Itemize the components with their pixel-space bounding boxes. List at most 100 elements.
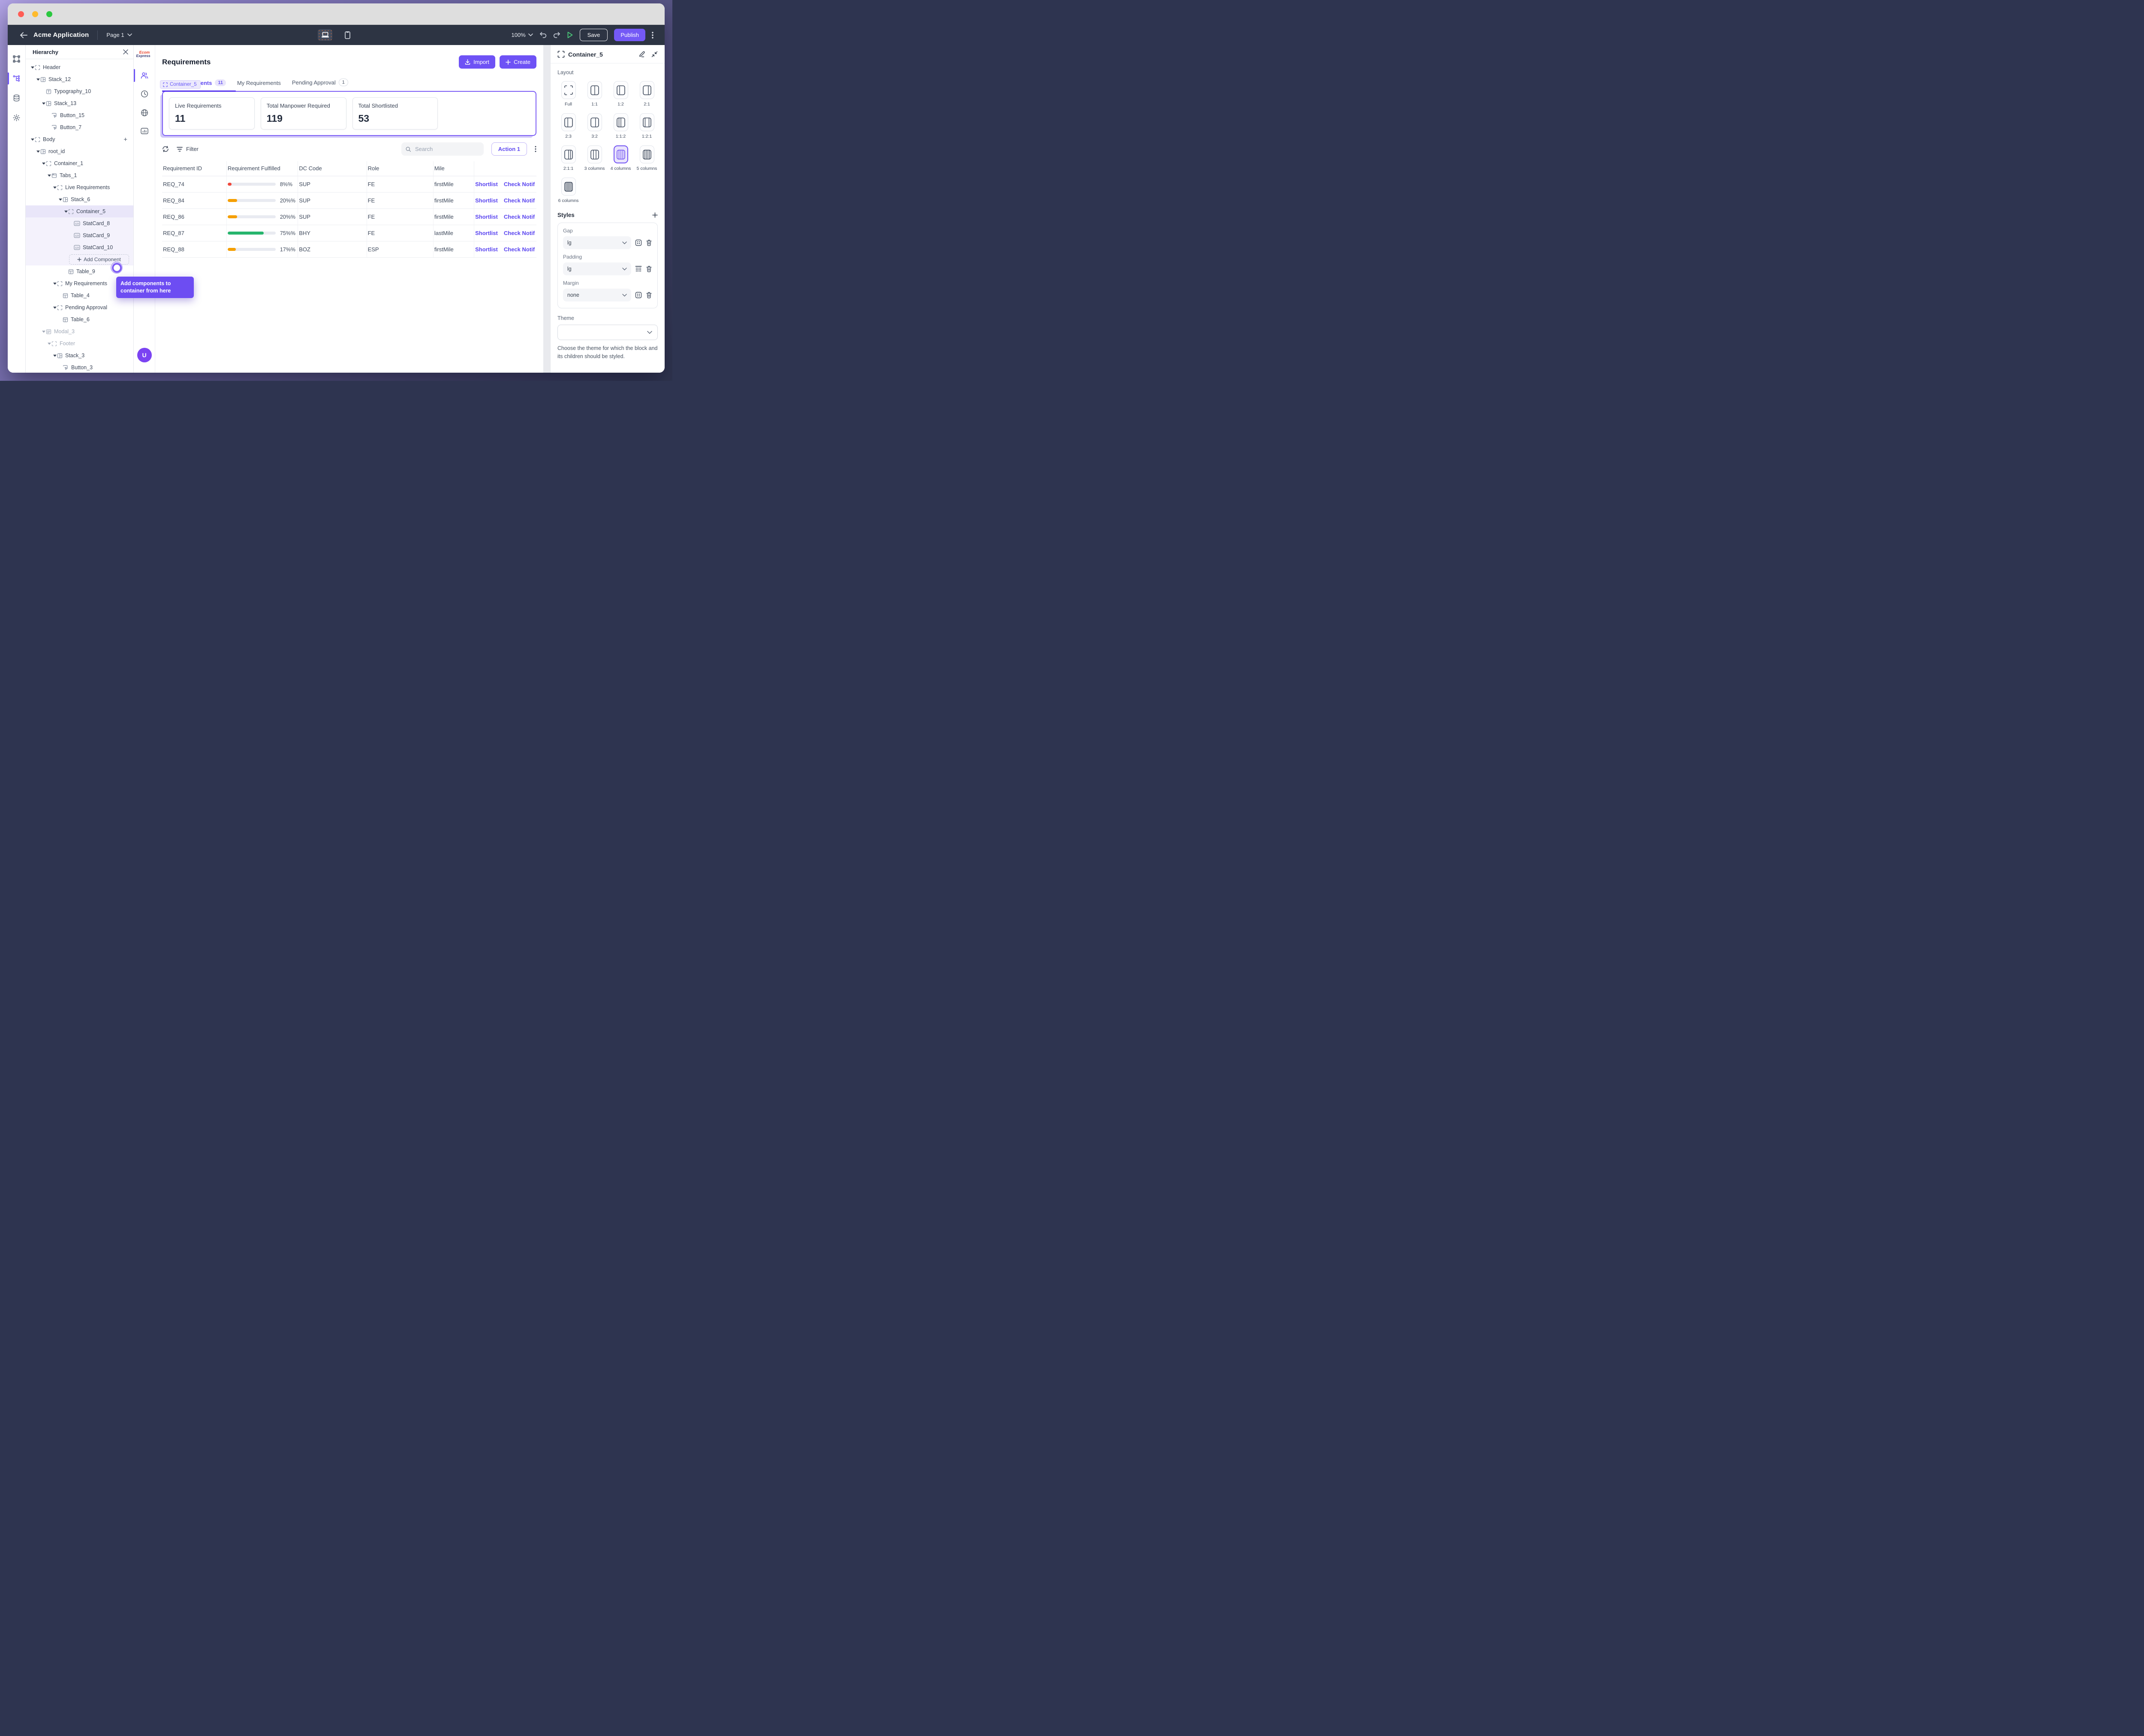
check-notif-link[interactable]: Check Notif [504, 246, 535, 253]
more-menu-button[interactable] [652, 32, 653, 39]
layout-option-1-2[interactable]: 1:2 [610, 81, 632, 107]
table-more-button[interactable] [535, 146, 536, 152]
tree-item-body[interactable]: Body+ [26, 133, 133, 145]
stat-card-total-manpower-required[interactable]: Total Manpower Required119 [261, 97, 346, 130]
publish-button[interactable]: Publish [614, 29, 645, 41]
rail-item-gear-icon[interactable] [8, 113, 25, 122]
shortlist-link[interactable]: Shortlist [475, 214, 498, 220]
layout-option-1-1[interactable]: 1:1 [584, 81, 605, 107]
canvas-nav-globe-icon[interactable] [134, 109, 155, 117]
mobile-preview-button[interactable] [340, 29, 355, 41]
add-style-button[interactable] [652, 212, 658, 218]
rail-item-artboard-icon[interactable] [8, 54, 25, 63]
rail-item-tree-icon[interactable] [8, 74, 25, 83]
tree-item-statcard_8[interactable]: 123StatCard_8 [26, 217, 133, 229]
tree-item-modal_3[interactable]: Modal_3 [26, 326, 133, 338]
redo-button[interactable] [553, 32, 560, 38]
tree-item-pending-approval[interactable]: Pending Approval [26, 301, 133, 313]
tree-item-container_1[interactable]: Container_1 [26, 157, 133, 169]
table-row[interactable]: REQ_8817%%BOZESPfirstMileShortlistCheck … [162, 241, 536, 258]
borderbox-icon[interactable] [635, 239, 642, 246]
borderbox-icon[interactable] [635, 292, 642, 298]
layout-option-6-columns[interactable]: 6 columns [557, 178, 579, 203]
shortlist-link[interactable]: Shortlist [475, 181, 498, 187]
tree-item-typography_10[interactable]: Typography_10 [26, 85, 133, 97]
desktop-preview-button[interactable] [318, 29, 332, 41]
create-button[interactable]: Create [500, 55, 536, 69]
tree-item-stack_13[interactable]: Stack_13 [26, 97, 133, 109]
layout-option-2-1-1[interactable]: 2:1:1 [557, 145, 579, 171]
layout-option-2-1[interactable]: 2:1 [636, 81, 658, 107]
gap-select[interactable]: lg [563, 236, 631, 249]
tree-item-stack_12[interactable]: Stack_12 [26, 73, 133, 85]
tree-item-button_3[interactable]: Button_3 [26, 362, 133, 373]
check-notif-link[interactable]: Check Notif [504, 197, 535, 204]
delete-style-button[interactable] [646, 292, 652, 298]
padding-select[interactable]: lg [563, 262, 631, 275]
stat-card-total-shortlisted[interactable]: Total Shortlisted53 [352, 97, 438, 130]
delete-style-button[interactable] [646, 239, 652, 246]
layout-option-1-2-1[interactable]: 1:2:1 [636, 113, 658, 139]
check-notif-link[interactable]: Check Notif [504, 214, 535, 220]
canvas-nav-people-icon[interactable] [134, 72, 155, 79]
paddingbox-icon[interactable] [635, 265, 642, 272]
canvas-nav-clock-icon[interactable] [134, 90, 155, 98]
collapse-panel-button[interactable] [651, 51, 658, 57]
canvas-nav-chart-icon[interactable] [134, 128, 155, 134]
refresh-button[interactable] [162, 146, 169, 152]
add-child-button[interactable]: + [123, 136, 133, 143]
undo-button[interactable] [539, 32, 547, 38]
layout-option-4-columns[interactable]: 4 columns [610, 145, 632, 171]
layout-option-1-1-2[interactable]: 1:1:2 [610, 113, 632, 139]
tree-item-statcard_10[interactable]: 123StatCard_10 [26, 241, 133, 253]
action-1-button[interactable]: Action 1 [491, 142, 527, 156]
table-row[interactable]: REQ_8775%%BHYFElastMileShortlistCheck No… [162, 225, 536, 241]
layout-option-3-columns[interactable]: 3 columns [584, 145, 605, 171]
tree-item-statcard_9[interactable]: 123StatCard_9 [26, 229, 133, 241]
search-input[interactable] [414, 145, 479, 153]
shortlist-link[interactable]: Shortlist [475, 246, 498, 253]
table-row[interactable]: REQ_8620%%SUPFEfirstMileShortlistCheck N… [162, 209, 536, 225]
user-avatar[interactable]: U [137, 348, 152, 362]
tree-item-button_7[interactable]: Button_7 [26, 121, 133, 133]
tab-my-requirements[interactable]: My Requirements [237, 80, 281, 91]
layout-option-2-3[interactable]: 2:3 [557, 113, 579, 139]
tree-item-stack_6[interactable]: Stack_6 [26, 193, 133, 205]
tree-item-container_5[interactable]: Container_5 [26, 205, 133, 217]
close-window-button[interactable] [18, 11, 24, 17]
layout-option-3-2[interactable]: 3:2 [584, 113, 605, 139]
tree-item-root_id[interactable]: root_id [26, 145, 133, 157]
rename-button[interactable] [639, 51, 645, 57]
margin-select[interactable]: none [563, 289, 631, 301]
tree-item-tabs_1[interactable]: Tabs_1 [26, 169, 133, 181]
shortlist-link[interactable]: Shortlist [475, 197, 498, 204]
stat-card-live-requirements[interactable]: Live Requirements11 [169, 97, 255, 130]
run-preview-button[interactable] [567, 31, 573, 39]
zoom-window-button[interactable] [46, 11, 52, 17]
page-selector[interactable]: Page 1 [106, 32, 132, 38]
tree-item-button_15[interactable]: Button_15 [26, 109, 133, 121]
import-button[interactable]: Import [459, 55, 495, 69]
shortlist-link[interactable]: Shortlist [475, 230, 498, 236]
tree-item-live-requirements[interactable]: Live Requirements [26, 181, 133, 193]
tree-item-stack_3[interactable]: Stack_3 [26, 350, 133, 362]
delete-style-button[interactable] [646, 265, 652, 272]
tab-pending-approval[interactable]: Pending Approval1 [292, 78, 348, 91]
table-row[interactable]: REQ_8420%%SUPFEfirstMileShortlistCheck N… [162, 193, 536, 209]
save-button[interactable]: Save [580, 29, 608, 41]
filter-button[interactable]: Filter [177, 146, 199, 152]
minimize-window-button[interactable] [32, 11, 38, 17]
tree-item-table_6[interactable]: Table_6 [26, 313, 133, 326]
back-icon[interactable] [20, 32, 27, 38]
selected-container-block[interactable]: Container_5 Live Requirements11Total Man… [162, 91, 536, 136]
layout-option-full[interactable]: Full [557, 81, 579, 107]
tree-item-header[interactable]: Header [26, 61, 133, 73]
check-notif-link[interactable]: Check Notif [504, 181, 535, 187]
layout-option-5-columns[interactable]: 5 columns [636, 145, 658, 171]
tree-item-footer[interactable]: Footer [26, 338, 133, 350]
close-icon[interactable] [123, 49, 128, 54]
zoom-control[interactable]: 100% [511, 32, 533, 38]
check-notif-link[interactable]: Check Notif [504, 230, 535, 236]
table-row[interactable]: REQ_748%%SUPFEfirstMileShortlistCheck No… [162, 176, 536, 193]
rail-item-database-icon[interactable] [8, 93, 25, 102]
